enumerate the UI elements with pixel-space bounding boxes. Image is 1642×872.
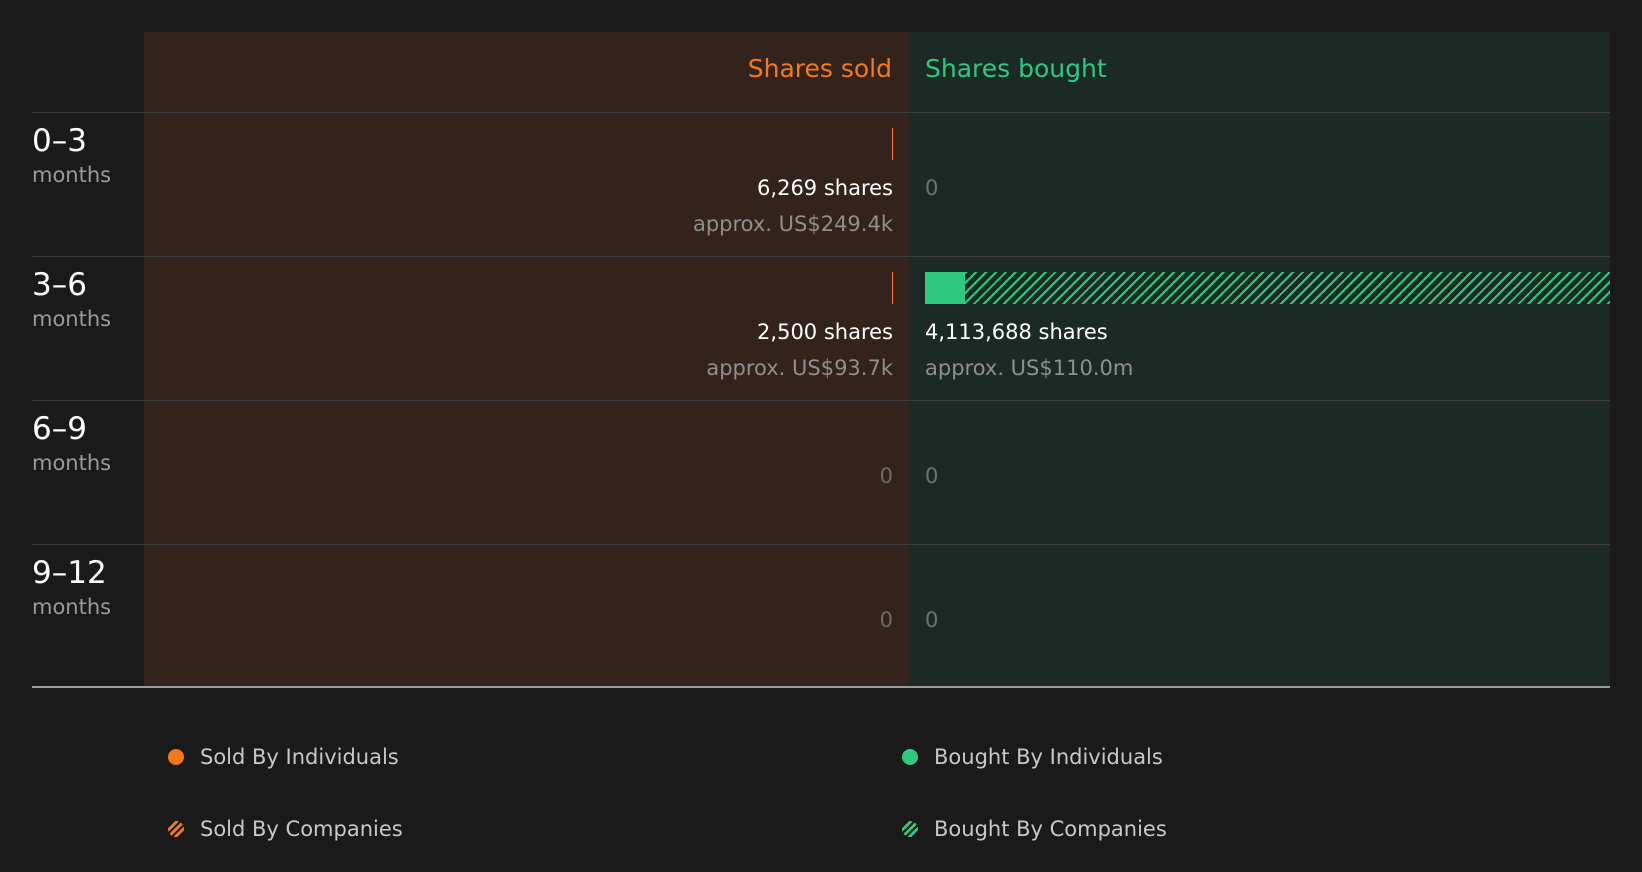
legend-label: Sold By Companies	[200, 817, 403, 841]
row-divider	[32, 112, 1610, 113]
bought-shares: 4,113,688 shares	[925, 320, 1108, 344]
row-divider	[32, 256, 1610, 257]
bar-bought-individuals	[925, 272, 965, 304]
legend-label: Bought By Companies	[934, 817, 1167, 841]
bar-sold-individuals	[892, 272, 893, 304]
bought-zero-0-3: 0	[925, 176, 939, 200]
legend-sold-individuals: Sold By Individuals	[168, 745, 399, 769]
sold-values-0-3: 6,269 shares approx. US$249.4k	[693, 175, 893, 237]
hatched-dot-icon	[168, 821, 184, 837]
row-label-0-3: 0–3 months	[32, 123, 142, 187]
row-divider	[32, 544, 1610, 545]
sold-zero-6-9: 0	[879, 464, 893, 488]
range-label: 6–9	[32, 411, 87, 447]
sold-approx: approx. US$93.7k	[706, 356, 893, 380]
legend-label: Bought By Individuals	[934, 745, 1163, 769]
sold-values-3-6: 2,500 shares approx. US$93.7k	[706, 319, 893, 381]
range-label: 3–6	[32, 267, 87, 303]
bought-zero-9-12: 0	[925, 608, 939, 632]
sold-approx: approx. US$249.4k	[692, 212, 893, 236]
range-unit: months	[32, 307, 112, 331]
bar-bought-companies	[964, 272, 1610, 304]
row-label-3-6: 3–6 months	[32, 267, 142, 331]
legend-bought-individuals: Bought By Individuals	[902, 745, 1163, 769]
sold-shares: 6,269 shares	[757, 176, 893, 200]
range-unit: months	[32, 451, 112, 475]
solid-dot-icon	[902, 749, 918, 765]
range-label: 9–12	[32, 555, 107, 591]
bar-sold-individuals	[891, 128, 893, 160]
chart-baseline	[32, 686, 1610, 688]
bought-zero-6-9: 0	[925, 464, 939, 488]
sold-zero-9-12: 0	[879, 608, 893, 632]
bought-values-3-6: 4,113,688 shares approx. US$110.0m	[925, 319, 1133, 381]
range-label: 0–3	[32, 123, 87, 159]
bought-approx: approx. US$110.0m	[925, 356, 1134, 380]
header-shares-bought: Shares bought	[925, 54, 1107, 83]
legend-sold-companies: Sold By Companies	[168, 817, 403, 841]
row-label-9-12: 9–12 months	[32, 555, 142, 619]
legend-label: Sold By Individuals	[200, 745, 399, 769]
hatched-dot-icon	[902, 821, 918, 837]
legend-bought-companies: Bought By Companies	[902, 817, 1167, 841]
range-unit: months	[32, 163, 112, 187]
row-label-6-9: 6–9 months	[32, 411, 142, 475]
solid-dot-icon	[168, 749, 184, 765]
range-unit: months	[32, 595, 112, 619]
header-shares-sold: Shares sold	[747, 54, 892, 83]
sold-shares: 2,500 shares	[757, 320, 893, 344]
row-divider	[32, 400, 1610, 401]
